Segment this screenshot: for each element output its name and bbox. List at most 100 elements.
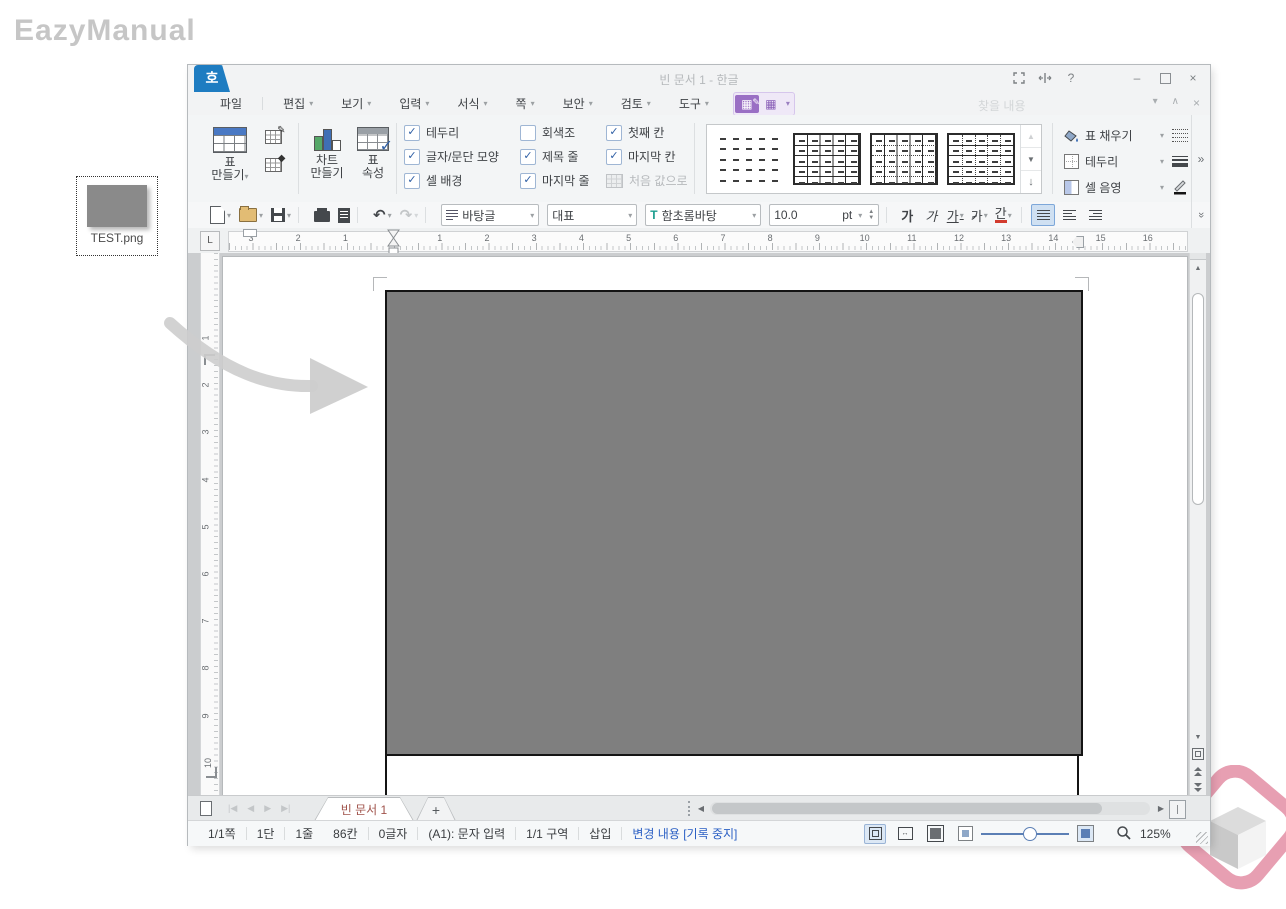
doc-restore-icon[interactable]: ▾	[1153, 96, 1158, 110]
print-button[interactable]	[314, 208, 331, 222]
quick-search-placeholder[interactable]: 찾을 내용	[978, 97, 1128, 114]
menu-format[interactable]: 서식 ▾	[443, 92, 501, 115]
table-layout-context-button[interactable]: ▦	[759, 95, 783, 113]
create-chart-button[interactable]: 차트 만들기	[304, 127, 350, 180]
border-style-button[interactable]	[1170, 125, 1190, 145]
ribbon-more-button[interactable]: »	[1191, 115, 1210, 202]
zoom-slider[interactable]	[981, 826, 1069, 841]
vertical-scrollbar[interactable]: ▲ ▼	[1189, 253, 1206, 795]
zoom-out-button[interactable]	[958, 826, 973, 841]
fit-width-button[interactable]: ↔	[894, 824, 916, 844]
tab-type-selector[interactable]: L	[200, 231, 220, 251]
previous-page-button[interactable]	[1190, 763, 1206, 779]
page-view-button[interactable]	[864, 823, 886, 844]
zoom-in-button[interactable]	[1077, 825, 1094, 842]
font-size-input[interactable]: 10.0 pt ▾ ▲ ▼	[769, 204, 880, 226]
checkbox-last-row[interactable]: ✓ 마지막 줄	[520, 172, 606, 189]
table-style-dashed-columns[interactable]	[947, 133, 1015, 187]
font-size-stepper[interactable]: ▲ ▼	[868, 209, 874, 221]
inserted-image[interactable]	[385, 290, 1083, 756]
hscrollbar-thumb[interactable]	[712, 803, 1102, 814]
scroll-left-button[interactable]: ◀	[694, 800, 708, 817]
checkbox-first-column[interactable]: ✓ 첫째 칸	[606, 124, 694, 141]
checkbox-border[interactable]: ✓ 테두리	[404, 124, 510, 141]
checkbox-header-row[interactable]: ✓ 제목 줄	[520, 148, 606, 165]
checkbox-cell-background[interactable]: ✓ 셀 배경	[404, 172, 510, 189]
table-style-none[interactable]	[716, 133, 784, 185]
maximize-button[interactable]	[1156, 69, 1174, 87]
bold-button[interactable]: 가	[896, 205, 918, 225]
desktop-file-test-png[interactable]: TEST.png	[76, 176, 158, 256]
paragraph-style-select[interactable]: 바탕글 ▾	[441, 204, 540, 226]
bottom-margin-marker[interactable]	[206, 767, 217, 778]
previous-tab-button[interactable]: ◀	[247, 800, 254, 817]
preview-button[interactable]	[338, 207, 351, 223]
track-changes-status[interactable]: 변경 내용 [기록 중지]	[622, 825, 747, 842]
checkbox-grayscale[interactable]: 회색조	[520, 124, 606, 141]
scroll-up-button[interactable]: ▲	[1190, 260, 1206, 276]
view-split-button[interactable]: ❘	[1169, 800, 1186, 819]
cell-border-button[interactable]: 테두리 ▾	[1064, 151, 1164, 171]
border-thickness-button[interactable]	[1170, 151, 1190, 171]
menu-view[interactable]: 보기 ▾	[327, 92, 385, 115]
new-tab-button[interactable]: +	[416, 797, 456, 821]
scrollbar-thumb[interactable]	[1192, 293, 1204, 505]
scroll-down-button[interactable]: ▼	[1190, 729, 1206, 745]
close-button[interactable]: ×	[1184, 69, 1202, 87]
status-insert-mode[interactable]: 삽입	[579, 825, 621, 842]
align-right-button[interactable]	[1083, 204, 1107, 226]
font-color-button[interactable]: 간 ▾	[992, 205, 1014, 225]
strikethrough-button[interactable]: 가 ▾	[968, 205, 990, 225]
gallery-scroll-up-button[interactable]: ▲	[1021, 125, 1041, 148]
doc-close-icon[interactable]: ×	[1193, 96, 1200, 110]
menu-input[interactable]: 입력 ▾	[385, 92, 443, 115]
table-fill-button[interactable]: 표 채우기 ▾	[1064, 125, 1164, 145]
resize-grip[interactable]	[1196, 832, 1208, 844]
new-document-button[interactable]: ▾	[210, 206, 231, 224]
align-left-button[interactable]	[1057, 204, 1081, 226]
full-screen-view-button[interactable]	[924, 824, 946, 844]
table-style-dotted-rows[interactable]	[870, 133, 938, 187]
table-style-solid-grid[interactable]	[793, 133, 861, 187]
horizontal-scrollbar[interactable]	[710, 802, 1150, 815]
fullscreen-icon[interactable]	[1010, 69, 1028, 87]
font-family-select[interactable]: T 함초롬바탕 ▾	[645, 204, 762, 226]
gallery-expand-button[interactable]: ↓	[1021, 171, 1041, 193]
zoom-level[interactable]: 125%	[1140, 827, 1171, 841]
toolbar-more-button[interactable]: »	[1191, 202, 1210, 228]
save-button[interactable]: ▾	[271, 208, 291, 222]
style-preset-select[interactable]: 대표 ▾	[547, 204, 638, 226]
magnifier-icon[interactable]	[1116, 825, 1132, 841]
zoom-slider-handle[interactable]	[1023, 826, 1037, 841]
undo-button[interactable]: ↶ ▾	[373, 206, 392, 224]
checkbox-char-para-shape[interactable]: ✓ 글자/문단 모양	[404, 148, 510, 165]
ribbon-collapse-icon[interactable]: ∧	[1172, 96, 1179, 110]
menu-review[interactable]: 검토 ▾	[607, 92, 665, 115]
scroll-right-button[interactable]: ▶	[1154, 800, 1168, 817]
gallery-scroll-down-button[interactable]: ▼	[1021, 148, 1041, 171]
underline-button[interactable]: 가 ▾	[944, 205, 966, 225]
cell-shading-button[interactable]: 셀 음영 ▾	[1064, 177, 1164, 197]
h-ruler-track[interactable]: 3 2 1 1 2 3 4 5 6 7 8 9 10 11 12 13 14 15 16	[228, 229, 1188, 256]
split-view-handle[interactable]	[1190, 253, 1206, 260]
italic-button[interactable]: 가	[920, 205, 942, 225]
left-margin-marker[interactable]	[243, 229, 257, 237]
open-button[interactable]: ▾	[239, 206, 263, 222]
split-window-icon[interactable]	[1036, 69, 1054, 87]
align-justify-button[interactable]	[1031, 204, 1056, 226]
checkbox-last-column[interactable]: ✓ 마지막 칸	[606, 148, 694, 165]
help-button[interactable]: ?	[1062, 69, 1080, 87]
tab-list-button[interactable]	[198, 800, 214, 817]
table-edit-context-button[interactable]: ▦ ✎	[734, 94, 760, 113]
hscroll-split-handle[interactable]	[688, 801, 690, 816]
reset-to-default-button[interactable]: 처음 값으로	[606, 173, 694, 188]
menu-page[interactable]: 쪽 ▾	[502, 92, 549, 115]
menu-tools[interactable]: 도구 ▾	[665, 92, 723, 115]
erase-table-button[interactable]: ◆	[262, 153, 286, 175]
document-tab[interactable]: 빈 문서 1	[314, 797, 414, 821]
redo-button[interactable]: ↷ ▾	[400, 206, 419, 224]
next-tab-button[interactable]: ▶	[264, 800, 271, 817]
draw-table-button[interactable]: ✎	[262, 125, 286, 147]
first-tab-button[interactable]: |◀	[228, 800, 237, 817]
create-table-button[interactable]: 표 만들기▾	[202, 127, 258, 183]
